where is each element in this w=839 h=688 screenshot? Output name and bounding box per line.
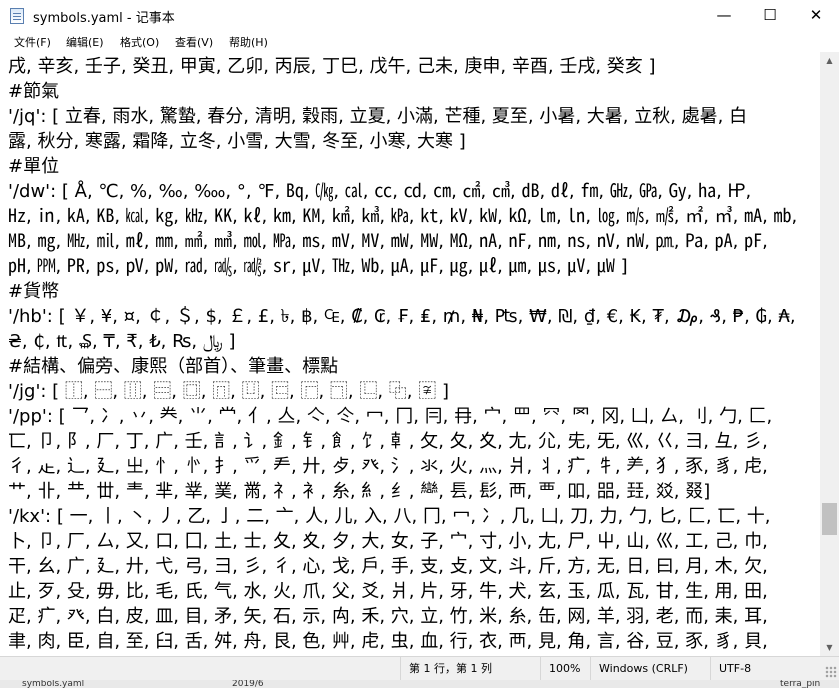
taskbar-item[interactable]: terra_pin [780, 680, 820, 688]
title-bar[interactable]: symbols.yaml - 记事本 — ☐ ✕ [0, 0, 839, 32]
menu-format[interactable]: 格式(O) [120, 34, 159, 50]
text-line: 戌, 辛亥, 壬子, 癸丑, 甲寅, 乙卯, 丙辰, 丁巳, 戊午, 己未, 庚… [8, 56, 656, 77]
taskbar-strip: symbols.yaml 2019/6 terra_pin [0, 680, 839, 688]
notepad-window: symbols.yaml - 记事本 — ☐ ✕ 文件(F) 编辑(E) 格式(… [0, 0, 839, 688]
text-line: '/jg': [ ⿰, ⿱, ⿲, ⿳, ⿴, ⿵, ⿶, ⿷, ⿸, ⿹, ⿺… [8, 381, 449, 402]
taskbar-item[interactable]: symbols.yaml [22, 680, 84, 688]
cursor-position: 第 1 行，第 1 列 [400, 657, 540, 680]
text-line: 卜, 卩, 厂, 厶, 又, 口, 囗, 土, 士, 夂, 夊, 夕, 大, 女… [8, 531, 768, 552]
menu-view[interactable]: 查看(V) [175, 34, 213, 50]
vertical-scrollbar[interactable]: ▲ ▼ [820, 52, 839, 656]
text-line: ㎆, ㎎, ㎒, ㏕, ㎖, ㎜, ㎟, ㎣, ㏖, ㎫, ㎳, ㎷, ㎹, ㎽… [8, 231, 768, 252]
menu-bar: 文件(F) 编辑(E) 格式(O) 查看(V) 帮助(H) [0, 32, 839, 52]
status-bar: 第 1 行，第 1 列 100% Windows (CRLF) UTF-8 [0, 656, 839, 680]
maximize-button[interactable]: ☐ [747, 0, 793, 32]
text-line: '/dw': [ Å, ℃, %, ‰, ‱, °, ℉, ㏃, ㏆, ㎈, ㏄… [8, 181, 752, 202]
window-title: symbols.yaml - 记事本 [33, 11, 175, 26]
text-editor[interactable]: 戌, 辛亥, 壬子, 癸丑, 甲寅, 乙卯, 丙辰, 丁巳, 戊午, 己未, 庚… [0, 52, 820, 656]
minimize-button[interactable]: — [701, 0, 747, 32]
text-line: #結構、偏旁、康熙（部首）、筆畫、標點 [8, 356, 339, 377]
text-line: ㎐, ㏌, ㎄, ㎅, ㎉, ㎏, ㎑, ㏍, ㎘, ㎞, ㏎, ㎢, ㎦, ㎪… [8, 206, 798, 227]
menu-edit[interactable]: 编辑(E) [66, 34, 104, 50]
menu-help[interactable]: 帮助(H) [229, 34, 268, 50]
text-line: '/hb': [ ￥, ¥, ¤, ￠, ＄, $, ￡, £, ৳, ฿, ₠… [8, 306, 796, 327]
text-line: '/pp': [ 乛, 冫, 丷, 龹, ⺌, 龸, 亻, 亼, 亽, 仒, 冖… [8, 406, 773, 427]
menu-file[interactable]: 文件(F) [14, 34, 51, 50]
resize-grip-icon[interactable] [825, 666, 837, 678]
text-line: ㏗, ㏙, ㏚, ㎰, ㎴, ㎺, ㎭, ㎮, ㎯, ㏛, ㎶, ㎔, ㏝, ㎂… [8, 256, 628, 277]
scroll-up-icon[interactable]: ▲ [820, 52, 839, 69]
text-line: 干, 幺, 广, 廴, 廾, 弋, 弓, 彐, 彡, 彳, 心, 戈, 戶, 手… [8, 556, 768, 577]
text-line: 露, 秋分, 寒露, 霜降, 立冬, 小雪, 大雪, 冬至, 小寒, 大寒 ] [8, 131, 466, 152]
text-line: ₴, ₵, ₶, ₷, ₸, ₹, ₺, ₨, ﷼ ] [8, 331, 236, 352]
text-line: #單位 [8, 156, 60, 177]
encoding: UTF-8 [710, 657, 820, 680]
text-line: 止, 歹, 殳, 毋, 比, 毛, 氏, 气, 水, 火, 爪, 父, 爻, 爿… [8, 581, 768, 602]
text-line: 疋, 疒, 癶, 白, 皮, 皿, 目, 矛, 矢, 石, 示, 禸, 禾, 穴… [8, 606, 768, 627]
text-line: '/kx': [ 一, 丨, 丶, 丿, 乙, 亅, 二, 亠, 人, 儿, 入… [8, 506, 771, 527]
taskbar-item[interactable]: 2019/6 [232, 680, 264, 688]
editor-content[interactable]: 戌, 辛亥, 壬子, 癸丑, 甲寅, 乙卯, 丙辰, 丁巳, 戊午, 己未, 庚… [8, 54, 820, 654]
notepad-icon [10, 8, 24, 24]
text-line: '/jq': [ 立春, 雨水, 驚蟄, 春分, 清明, 穀雨, 立夏, 小滿,… [8, 106, 748, 127]
scrollbar-thumb[interactable] [822, 503, 837, 535]
text-line: 匸, 卩, 阝, 厂, 丁, 广, 壬, 訁, 讠, 釒, 钅, 飠, 饣, 龺… [8, 431, 768, 452]
scroll-down-icon[interactable]: ▼ [820, 639, 839, 656]
text-line: #貨幣 [8, 281, 60, 302]
line-ending: Windows (CRLF) [590, 657, 710, 680]
text-line: #節氣 [8, 81, 60, 102]
text-line: 聿, 肉, 臣, 自, 至, 臼, 舌, 舛, 舟, 艮, 色, 艸, 虍, 虫… [8, 631, 768, 652]
close-button[interactable]: ✕ [793, 0, 839, 32]
zoom-level: 100% [540, 657, 590, 680]
text-line: 彳, 龰, 辶, 廴, 㞢, 忄, 㣺, 扌, 爫, 龵, 廾, 歺, 癶, 氵… [8, 456, 768, 477]
text-line: 艹, 卝, 龷, 丗, 龶, 芈, 丵, 菐, 黹, 礻, 衤, 糸, 糹, 纟… [8, 481, 711, 502]
